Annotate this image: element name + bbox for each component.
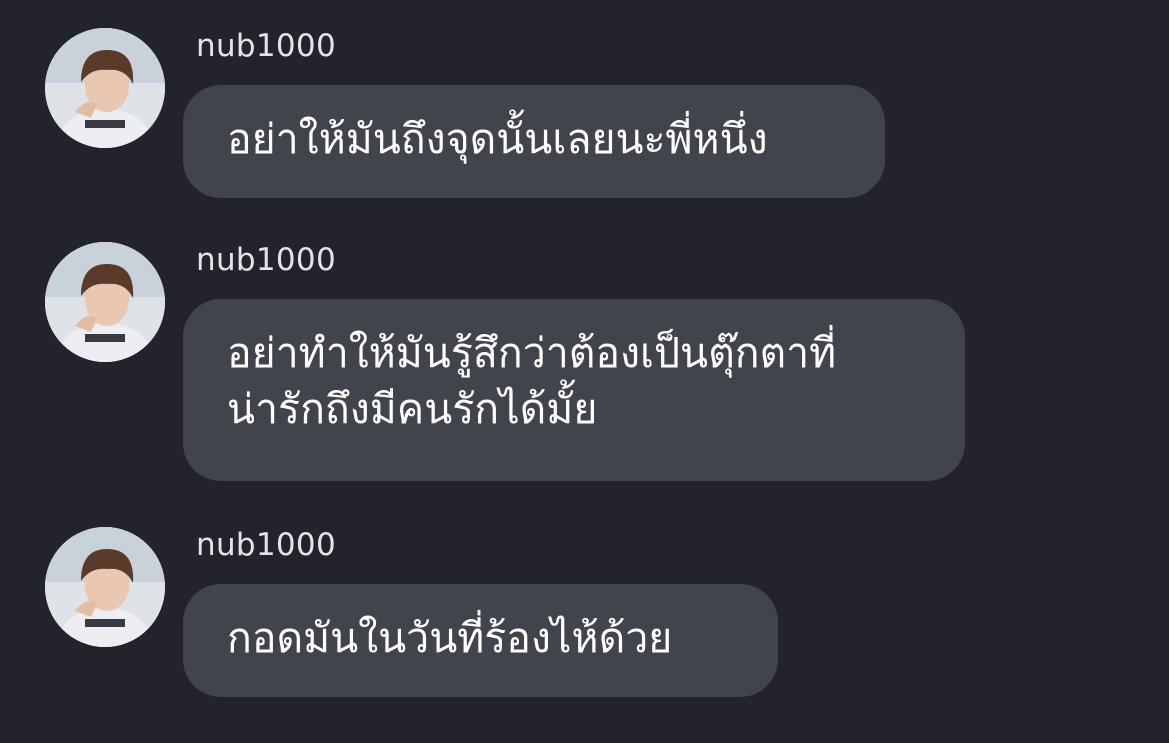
sender-name: nub1000 [196, 242, 336, 278]
message-bubble[interactable]: อย่าให้มันถึงจุดนั้นเลยนะพี่หนึ่ง [183, 85, 885, 198]
avatar[interactable] [45, 28, 165, 148]
message-text-line: น่ารักถึงมีคนรักได้มั้ย [227, 385, 598, 433]
sender-name: nub1000 [196, 28, 336, 64]
message-text-line: อย่าทำให้มันรู้สึกว่าต้องเป็นตุ๊กตาที่ [227, 329, 837, 377]
avatar[interactable] [45, 527, 165, 647]
sender-name: nub1000 [196, 527, 336, 563]
message-text: อย่าให้มันถึงจุดนั้นเลยนะพี่หนึ่ง [227, 115, 768, 163]
message-bubble[interactable]: อย่าทำให้มันรู้สึกว่าต้องเป็นตุ๊กตาที่ น… [183, 299, 965, 481]
message-text: กอดมันในวันที่ร้องไห้ด้วย [227, 614, 673, 662]
message-bubble[interactable]: กอดมันในวันที่ร้องไห้ด้วย [183, 584, 778, 697]
avatar[interactable] [45, 242, 165, 362]
